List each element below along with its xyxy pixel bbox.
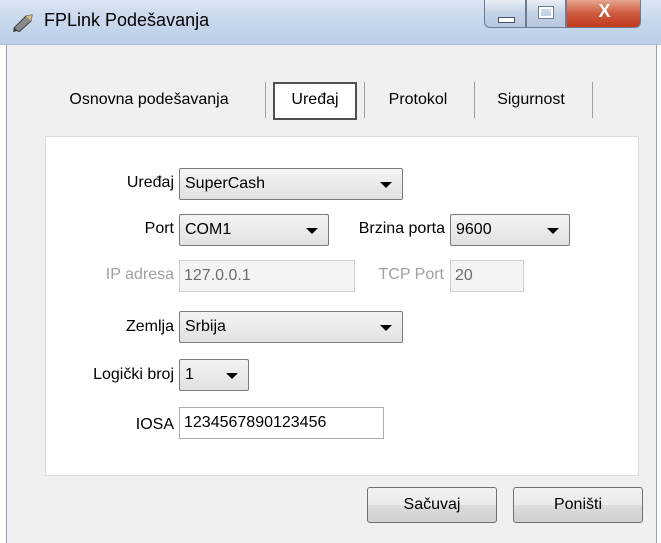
chevron-down-icon <box>547 228 559 234</box>
title-bar[interactable]: FPLink Podešavanja X <box>0 0 661 45</box>
close-button[interactable]: X <box>566 0 641 28</box>
iosa-input[interactable]: 1234567890123456 <box>179 407 384 439</box>
chevron-down-icon <box>380 182 392 188</box>
iosa-value: 1234567890123456 <box>184 414 327 431</box>
ip-label: IP adresa <box>105 266 174 283</box>
baud-label: Brzina porta <box>358 220 445 237</box>
logical-number-value: 1 <box>185 366 194 383</box>
logical-number-select[interactable]: 1 <box>179 359 249 391</box>
minimize-icon <box>498 17 515 23</box>
country-value: Srbija <box>185 318 226 335</box>
chevron-down-icon <box>380 325 392 331</box>
port-label: Port <box>144 220 174 237</box>
tab-separator <box>265 82 266 118</box>
pen-icon <box>13 14 33 32</box>
close-icon: X <box>598 1 611 21</box>
tab-separator <box>474 82 475 118</box>
logical-number-label: Logički broj <box>93 366 174 383</box>
baud-select[interactable]: 9600 <box>450 214 570 246</box>
tcp-port-input: 20 <box>450 260 524 292</box>
window-title: FPLink Podešavanja <box>44 10 210 30</box>
tab-basic-settings[interactable]: Osnovna podešavanja <box>49 80 249 124</box>
chevron-down-icon <box>306 228 318 234</box>
ip-input: 127.0.0.1 <box>179 260 355 292</box>
device-label: Uređaj <box>126 174 174 191</box>
tab-security[interactable]: Sigurnost <box>483 80 579 124</box>
tcp-port-label: TCP Port <box>378 266 445 283</box>
chevron-down-icon <box>226 373 238 379</box>
tab-protocol[interactable]: Protokol <box>373 80 463 124</box>
device-value: SuperCash <box>185 175 266 192</box>
minimize-button[interactable] <box>484 0 526 28</box>
tcp-port-value: 20 <box>455 267 473 284</box>
tab-separator <box>592 82 593 118</box>
save-button[interactable]: Sačuvaj <box>367 487 497 523</box>
country-label: Zemlja <box>125 318 174 335</box>
country-select[interactable]: Srbija <box>179 311 403 343</box>
port-value: COM1 <box>185 221 232 238</box>
maximize-button[interactable] <box>526 0 566 28</box>
ip-value: 127.0.0.1 <box>184 267 251 284</box>
baud-value: 9600 <box>456 221 492 238</box>
tab-device[interactable]: Uređaj <box>276 80 354 124</box>
cancel-button[interactable]: Poništi <box>513 487 643 523</box>
port-select[interactable]: COM1 <box>179 214 329 246</box>
maximize-icon <box>538 6 554 19</box>
device-select[interactable]: SuperCash <box>179 168 403 200</box>
iosa-label: IOSA <box>135 416 174 433</box>
tab-separator <box>364 82 365 118</box>
